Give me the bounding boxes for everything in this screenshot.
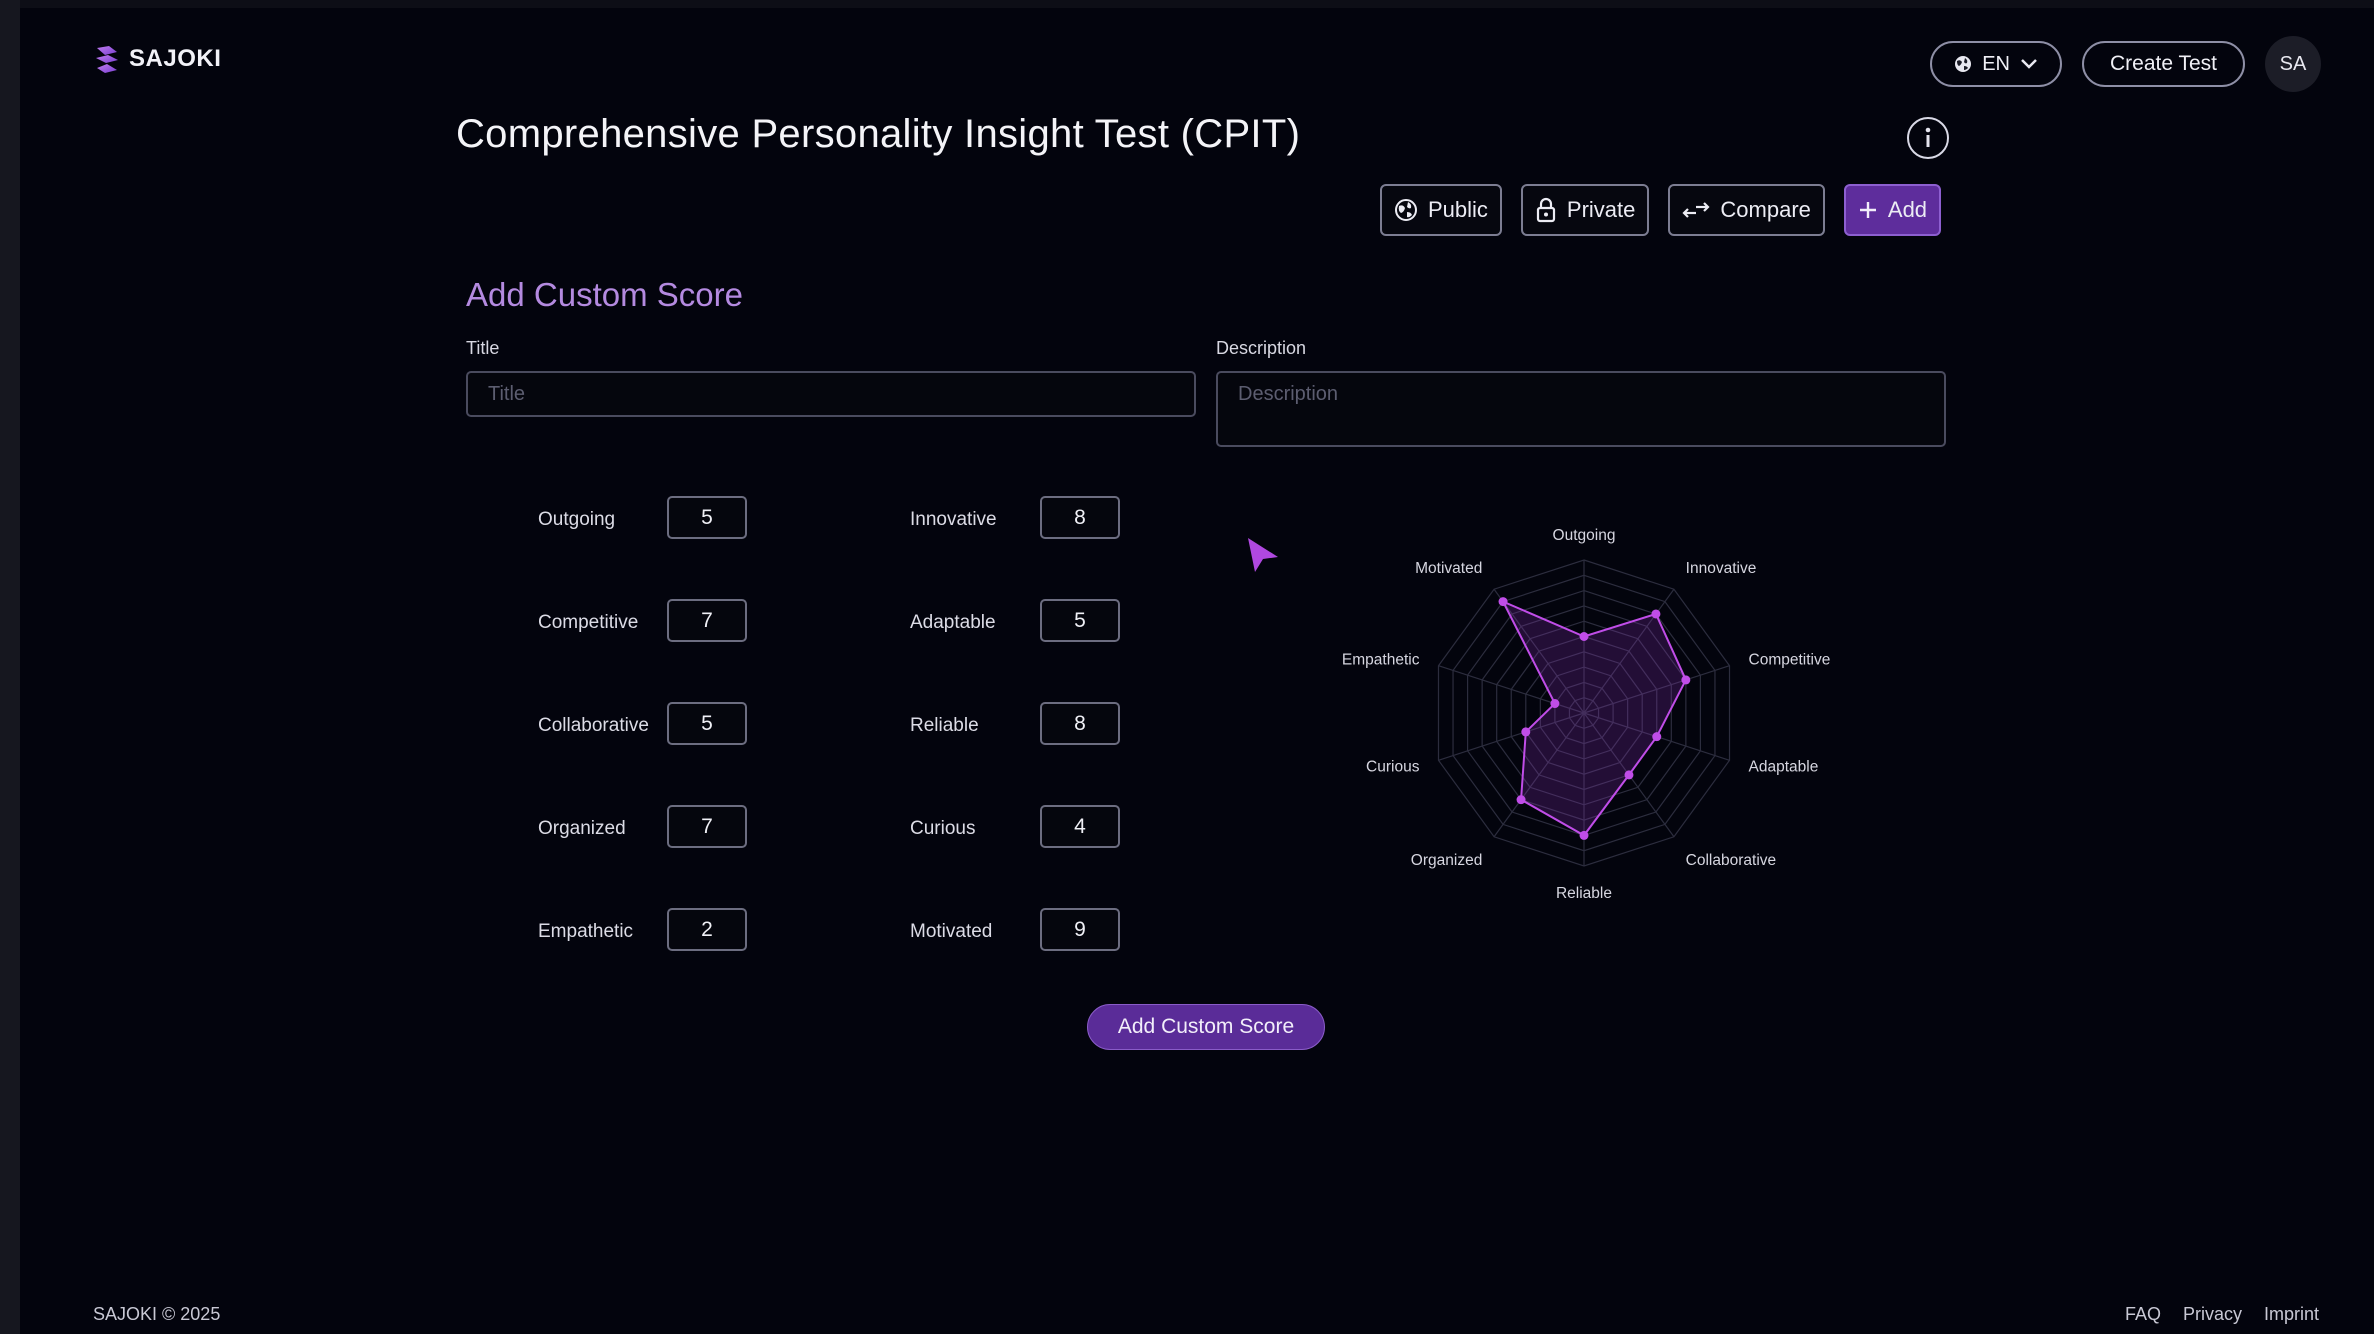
add-custom-score-button[interactable]: Add Custom Score — [1087, 1004, 1325, 1050]
radar-point-outgoing — [1579, 632, 1589, 641]
info-icon — [1925, 127, 1931, 147]
brand-name: SAJOKI — [129, 45, 222, 72]
trait-score-competitive[interactable]: 7 — [667, 599, 747, 642]
mouse-cursor-icon — [1248, 538, 1278, 572]
title-label: Title — [466, 338, 500, 358]
trait-score-outgoing[interactable]: 5 — [667, 496, 747, 539]
private-label: Private — [1566, 197, 1636, 222]
radar-label-collaborative: Collaborative — [1686, 852, 1776, 869]
trait-label-empathetic: Empathetic — [538, 921, 634, 942]
radar-label-motivated: Motivated — [1415, 560, 1482, 577]
public-button[interactable]: Public — [1380, 184, 1502, 236]
info-button[interactable] — [1907, 117, 1949, 159]
title-input[interactable] — [466, 371, 1196, 417]
window-top-edge — [20, 0, 2374, 8]
trait-score-adaptable[interactable]: 5 — [1040, 599, 1120, 642]
private-button[interactable]: Private — [1520, 184, 1650, 236]
radar-label-competitive: Competitive — [1749, 652, 1831, 669]
radar-label-empathetic: Empathetic — [1342, 652, 1420, 669]
radar-point-motivated — [1498, 597, 1508, 607]
header-actions: EN Create Test SA — [1930, 36, 2321, 92]
radar-point-collaborative — [1624, 770, 1634, 780]
public-label: Public — [1428, 197, 1488, 222]
trait-label-curious: Curious — [910, 818, 976, 839]
footer-links: FAQ Privacy Imprint — [2125, 1304, 2319, 1325]
trait-score-reliable[interactable]: 8 — [1040, 702, 1120, 745]
trait-score-motivated[interactable]: 9 — [1040, 908, 1120, 951]
trait-label-reliable: Reliable — [910, 715, 979, 736]
radar-label-curious: Curious — [1366, 758, 1420, 775]
add-label: Add — [1887, 197, 1928, 222]
radar-label-outgoing: Outgoing — [1553, 527, 1616, 544]
trait-label-competitive: Competitive — [538, 612, 639, 633]
lock-icon — [1536, 197, 1556, 223]
compare-arrows-icon — [1682, 202, 1710, 218]
radar-label-organized: Organized — [1411, 852, 1483, 869]
footer-link-imprint[interactable]: Imprint — [2264, 1304, 2319, 1325]
trait-score-organized[interactable]: 7 — [667, 805, 747, 848]
trait-score-collaborative[interactable]: 5 — [667, 702, 747, 745]
radar-label-adaptable: Adaptable — [1749, 758, 1819, 775]
trait-score-empathetic[interactable]: 2 — [667, 908, 747, 951]
trait-label-collaborative: Collaborative — [538, 715, 649, 736]
trait-label-outgoing: Outgoing — [538, 509, 616, 530]
radar-point-organized — [1516, 795, 1526, 805]
trait-label-motivated: Motivated — [910, 921, 993, 942]
chevron-down-icon — [2021, 59, 2037, 69]
footer-link-privacy[interactable]: Privacy — [2183, 1304, 2242, 1325]
radar-chart: Outgoing Innovative Competitive Adaptable Co… — [1342, 527, 1831, 902]
plus-icon — [1859, 202, 1876, 218]
footer-link-faq[interactable]: FAQ — [2125, 1304, 2161, 1325]
radar-point-curious — [1521, 727, 1531, 737]
globe-icon — [1395, 199, 1417, 221]
radar-point-adaptable — [1652, 732, 1662, 742]
radar-label-innovative: Innovative — [1686, 560, 1757, 577]
radar-point-reliable — [1579, 830, 1589, 840]
user-avatar[interactable]: SA — [2265, 36, 2321, 92]
create-test-button[interactable]: Create Test — [2082, 41, 2245, 87]
brand-logo[interactable]: SAJOKI — [93, 44, 221, 74]
radar-series-area — [1500, 599, 1687, 837]
language-selector[interactable]: EN — [1930, 41, 2062, 87]
trait-label-innovative: Innovative — [910, 509, 997, 530]
radar-label-reliable: Reliable — [1556, 885, 1612, 902]
radar-point-innovative — [1651, 609, 1661, 619]
compare-button[interactable]: Compare — [1668, 184, 1825, 236]
description-label: Description — [1216, 338, 1307, 358]
radar-point-competitive — [1681, 675, 1691, 685]
page-title: Comprehensive Personality Insight Test (… — [456, 112, 1301, 156]
footer-copyright: SAJOKI © 2025 — [93, 1304, 221, 1324]
add-button[interactable]: Add — [1843, 184, 1942, 236]
radar-point-empathetic — [1550, 699, 1560, 709]
description-input[interactable] — [1216, 371, 1946, 447]
window-edge — [0, 0, 20, 1334]
section-title: Add Custom Score — [466, 276, 743, 313]
language-code: EN — [1982, 52, 2010, 75]
trait-label-organized: Organized — [538, 818, 626, 839]
test-actions: Public Private Compare Add — [1380, 184, 1942, 236]
sajoki-logo-icon — [96, 46, 118, 73]
compare-label: Compare — [1720, 197, 1811, 222]
trait-score-innovative[interactable]: 8 — [1040, 496, 1120, 539]
trait-score-curious[interactable]: 4 — [1040, 805, 1120, 848]
globe-icon — [1955, 56, 1972, 72]
trait-label-adaptable: Adaptable — [910, 612, 996, 633]
